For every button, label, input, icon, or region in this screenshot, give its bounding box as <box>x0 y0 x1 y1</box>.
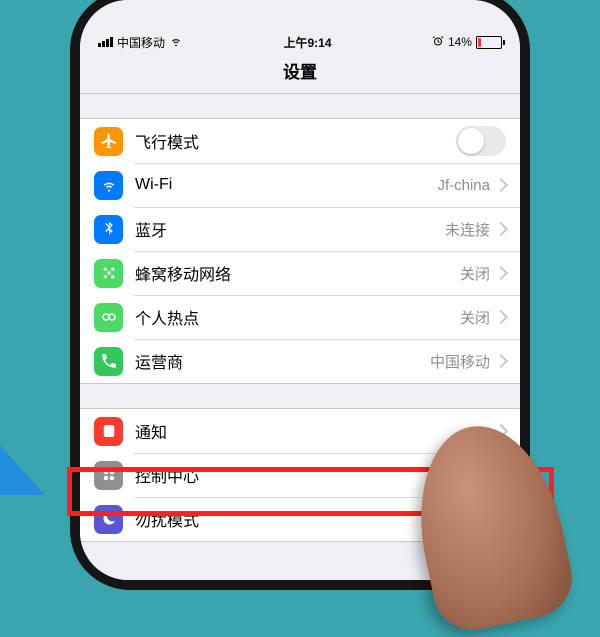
row-dnd[interactable]: 勿扰模式 <box>80 497 520 541</box>
phone-icon <box>94 347 123 376</box>
airplane-switch[interactable] <box>456 126 506 156</box>
wifi-icon <box>169 34 183 51</box>
row-notifications[interactable]: 通知 <box>80 409 520 453</box>
row-label: 蜂窝移动网络 <box>135 261 460 285</box>
settings-group-system: 通知 控制中心 勿扰模式 <box>80 408 520 542</box>
row-airplane-mode[interactable]: 飞行模式 <box>80 119 520 163</box>
hotspot-icon <box>94 303 123 332</box>
row-detail: Jf-china <box>437 177 490 194</box>
bluetooth-icon <box>94 215 123 244</box>
row-label: 勿扰模式 <box>135 507 496 531</box>
row-detail: 关闭 <box>460 307 490 328</box>
chevron-right-icon <box>494 222 508 236</box>
moon-icon <box>94 505 123 534</box>
row-hotspot[interactable]: 个人热点 关闭 <box>80 295 520 339</box>
notifications-icon <box>94 417 123 446</box>
row-detail: 关闭 <box>460 263 490 284</box>
row-label: Wi-Fi <box>135 176 437 194</box>
chevron-right-icon <box>494 354 508 368</box>
chevron-right-icon <box>494 512 508 526</box>
row-label: 运营商 <box>135 349 430 373</box>
chevron-right-icon <box>494 310 508 324</box>
settings-group-connectivity: 飞行模式 Wi-Fi Jf-china 蓝牙 未连接 <box>80 118 520 384</box>
row-control-center[interactable]: 控制中心 <box>80 453 520 497</box>
battery-icon <box>476 36 502 49</box>
cellular-icon <box>94 259 123 288</box>
status-bar: 中国移动 上午9:14 14% <box>80 0 520 52</box>
row-cellular[interactable]: 蜂窝移动网络 关闭 <box>80 251 520 295</box>
row-label: 飞行模式 <box>135 129 456 153</box>
row-label: 个人热点 <box>135 305 460 329</box>
row-detail: 中国移动 <box>430 351 490 372</box>
battery-percent: 14% <box>448 35 472 49</box>
carrier-label: 中国移动 <box>117 34 165 51</box>
chevron-right-icon <box>494 266 508 280</box>
chevron-right-icon <box>494 424 508 438</box>
row-carrier[interactable]: 运营商 中国移动 <box>80 339 520 383</box>
chevron-right-icon <box>494 178 508 192</box>
status-time: 上午9:14 <box>283 34 331 51</box>
row-bluetooth[interactable]: 蓝牙 未连接 <box>80 207 520 251</box>
airplane-icon <box>94 127 123 156</box>
row-detail: 未连接 <box>445 219 490 240</box>
control-center-icon <box>94 461 123 490</box>
signal-icon <box>98 37 113 47</box>
row-label: 蓝牙 <box>135 217 445 241</box>
row-label: 通知 <box>135 419 496 443</box>
alarm-icon <box>432 35 444 50</box>
row-wifi[interactable]: Wi-Fi Jf-china <box>80 163 520 207</box>
chevron-right-icon <box>494 468 508 482</box>
decorative-corner <box>0 445 45 495</box>
wifi-icon <box>94 171 123 200</box>
phone-frame: 中国移动 上午9:14 14% 设置 飞行模式 <box>70 0 530 590</box>
screen: 中国移动 上午9:14 14% 设置 飞行模式 <box>80 0 520 580</box>
page-title: 设置 <box>80 52 520 94</box>
row-label: 控制中心 <box>135 463 496 487</box>
